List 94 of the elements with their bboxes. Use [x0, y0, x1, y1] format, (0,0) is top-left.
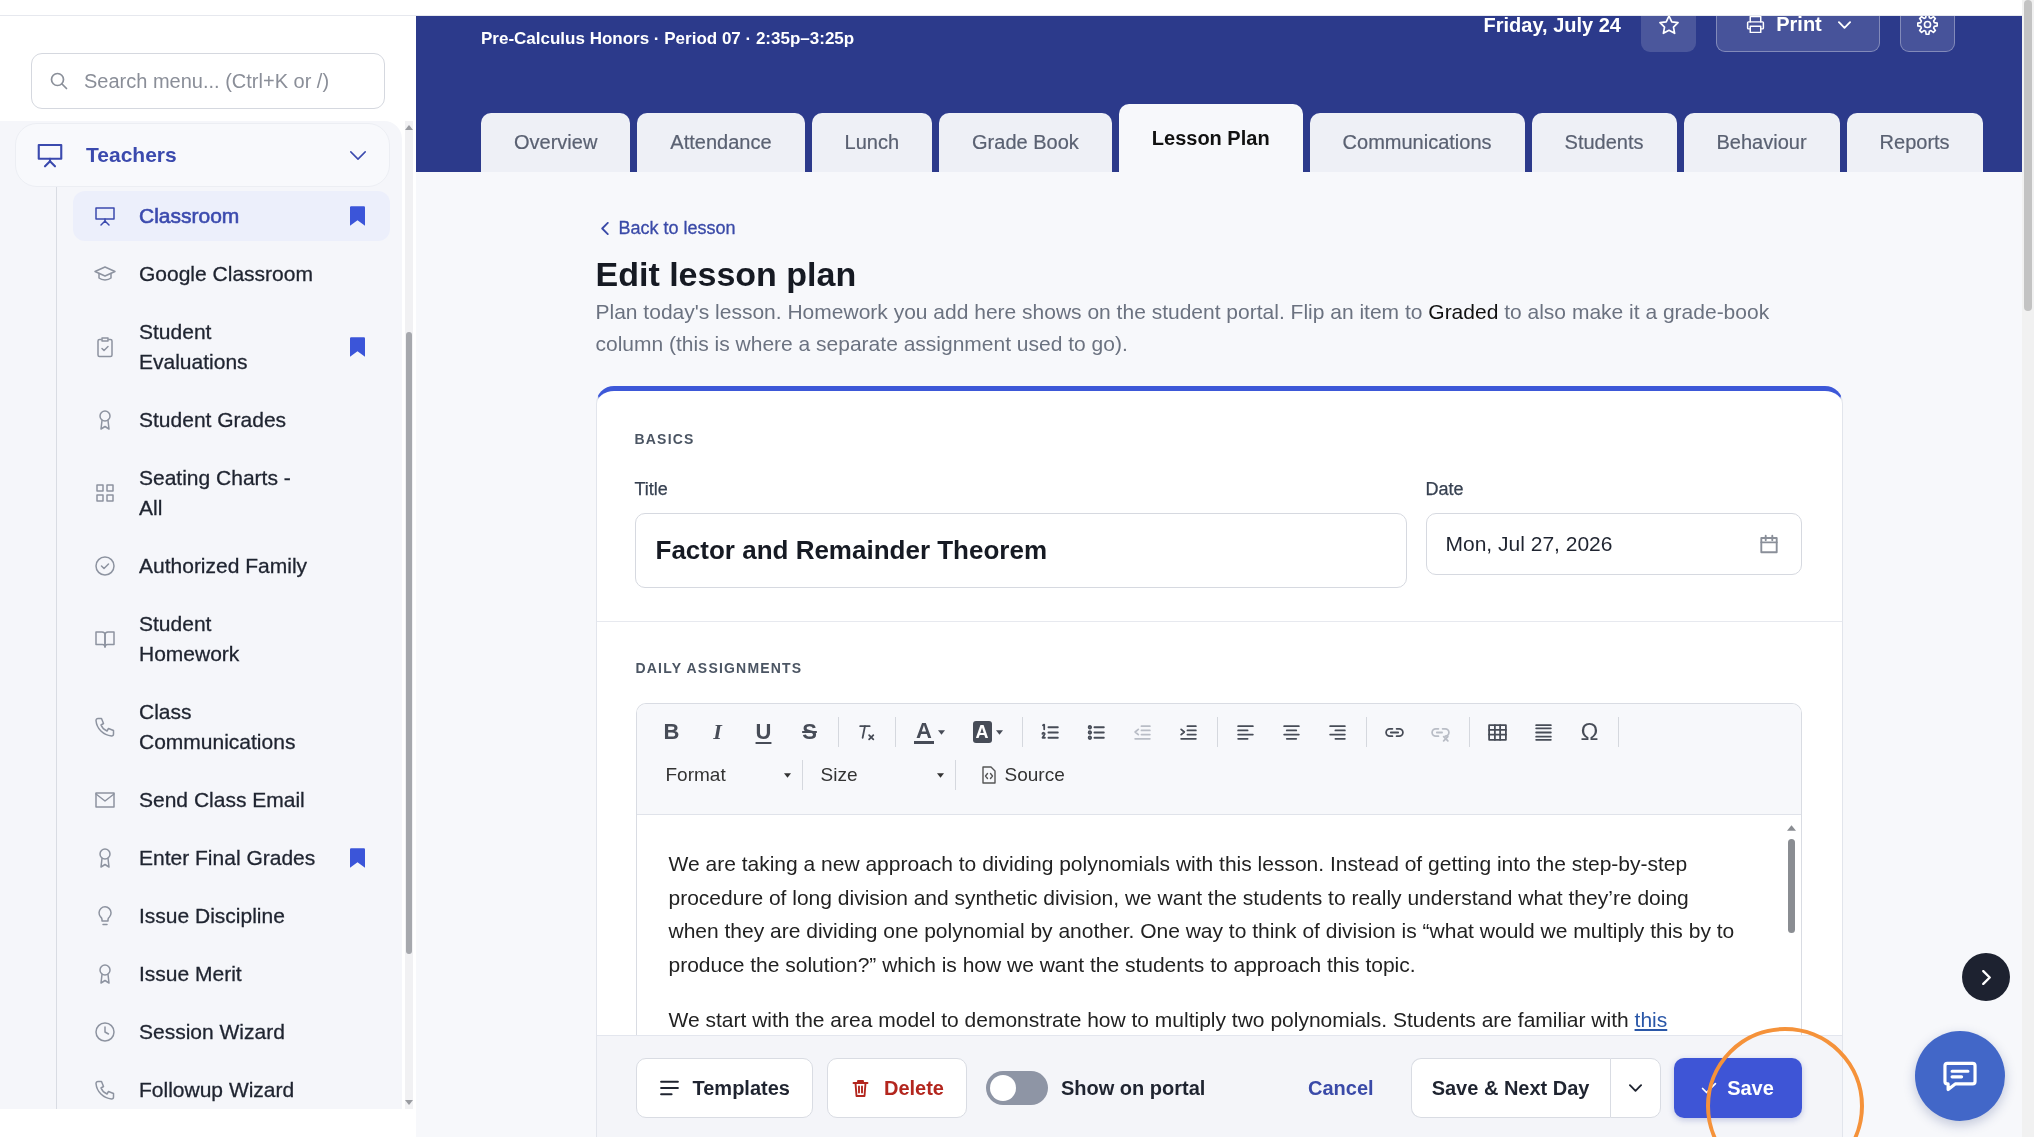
- chat-button[interactable]: [1915, 1031, 2005, 1121]
- back-link[interactable]: Back to lesson: [600, 217, 736, 239]
- tab[interactable]: Behaviour: [1683, 113, 1840, 172]
- caret-icon: [1837, 20, 1851, 29]
- page-description: Plan today's lesson. Homework you add here shows on the student portal. Flip an item to Graded to also make it a grade-book column (this is where a separate assignment used to go).: [595, 299, 1771, 357]
- sidebar-item[interactable]: Issue Merit: [73, 949, 390, 999]
- scroll-up-icon[interactable]: [1786, 825, 1796, 831]
- tab[interactable]: Communications: [1309, 113, 1525, 172]
- format-dropdown[interactable]: Format: [648, 757, 797, 793]
- check-icon: [1701, 1081, 1718, 1095]
- tab[interactable]: Reports: [1846, 113, 1983, 172]
- save-button[interactable]: Save: [1673, 1058, 1802, 1118]
- sidebar-item[interactable]: Student Grades: [73, 395, 390, 445]
- phone-icon: [93, 1078, 117, 1102]
- scrollbar-thumb[interactable]: [1787, 839, 1795, 933]
- section-heading: DAILY ASSIGNMENTS: [635, 660, 804, 676]
- sidebar-item[interactable]: Send Class Email: [73, 775, 390, 825]
- delete-button[interactable]: Delete: [826, 1058, 967, 1118]
- sidebar-item[interactable]: Student Homework: [73, 599, 390, 679]
- cancel-link[interactable]: Cancel: [1290, 1058, 1392, 1118]
- sidebar-item[interactable]: Followup Wizard: [73, 1065, 390, 1109]
- templates-button[interactable]: Templates: [635, 1058, 813, 1118]
- search-icon: [49, 71, 69, 91]
- source-code-icon: [980, 766, 997, 784]
- save-next-day-button[interactable]: Save & Next Day: [1410, 1058, 1610, 1118]
- underline-button[interactable]: U: [742, 714, 785, 750]
- caret-icon: [995, 729, 1003, 735]
- settings-button[interactable]: [1900, 16, 1955, 52]
- section-heading: BASICS: [634, 431, 696, 447]
- bookmark-icon[interactable]: [350, 206, 365, 226]
- star-icon: [1656, 16, 1681, 37]
- field-label: Title: [634, 479, 669, 499]
- strikethrough-button[interactable]: S: [788, 714, 831, 750]
- source-button[interactable]: Source: [970, 757, 1075, 793]
- table-icon: [1487, 721, 1508, 743]
- title-input[interactable]: Factor and Remainder Theorem: [634, 513, 1407, 588]
- editor-paragraph: We start with the area model to demonstrate how to multiply two polynomials. Students are familiar with this: [668, 1007, 1669, 1034]
- sidebar-item[interactable]: Enter Final Grades: [73, 833, 390, 883]
- horizontal-lines-icon: [1533, 721, 1554, 743]
- background-color-button[interactable]: A: [960, 714, 1015, 750]
- sidebar-item[interactable]: Issue Discipline: [73, 891, 390, 941]
- calendar-icon[interactable]: [1757, 533, 1780, 555]
- special-character-button[interactable]: Ω: [1568, 714, 1611, 750]
- sidebar-item[interactable]: Classroom: [73, 191, 390, 241]
- sidebar-item[interactable]: Seating Charts - All: [73, 453, 390, 533]
- tab[interactable]: Lesson Plan: [1118, 104, 1303, 172]
- check-circle-icon: [93, 554, 117, 578]
- phone-icon: [93, 715, 117, 739]
- italic-button[interactable]: I: [696, 714, 739, 750]
- scrollbar-thumb[interactable]: [2024, 0, 2032, 311]
- chevron-right-icon: [1981, 969, 1991, 985]
- grid-icon: [93, 481, 117, 505]
- next-button[interactable]: [1962, 953, 2010, 1001]
- portal-toggle[interactable]: [986, 1071, 1048, 1105]
- scrollbar-thumb[interactable]: [406, 332, 412, 954]
- sidebar-item[interactable]: Student Evaluations: [73, 307, 390, 387]
- lines-icon: [658, 1078, 680, 1098]
- bookmark-icon[interactable]: [350, 848, 365, 868]
- print-button[interactable]: Print: [1716, 16, 1880, 52]
- header-date: Friday, July 24: [1483, 16, 1621, 36]
- sidebar-item[interactable]: Session Wizard: [73, 1007, 390, 1057]
- favorite-button[interactable]: [1641, 16, 1696, 52]
- caret-icon: [1628, 1084, 1642, 1092]
- toggle-label: Show on portal: [1061, 1076, 1206, 1101]
- bold-button[interactable]: B: [650, 714, 693, 750]
- gear-icon: [1917, 16, 1938, 35]
- sidebar-item[interactable]: Class Communications: [73, 687, 390, 767]
- caret-icon: [937, 729, 945, 735]
- text-color-button[interactable]: A: [902, 714, 957, 750]
- inline-link[interactable]: this: [1634, 1008, 1668, 1032]
- tab[interactable]: Attendance: [637, 113, 805, 172]
- editor-paragraph: We are taking a new approach to dividing polynomials with this lesson. Instead of getting into the step-by-step procedure of long division and synthetic division, we want the students to really understand what they’re doing when they are dividing one polynomial by another. One way to think of division is “what would we multiply this by to produce the solution?” which is how we want the students to approach this topic.: [668, 851, 1736, 978]
- tab[interactable]: Students: [1531, 113, 1677, 172]
- presentation-icon: [93, 204, 117, 228]
- page-title: Edit lesson plan: [595, 254, 858, 294]
- tab[interactable]: Grade Book: [939, 113, 1112, 172]
- bookmark-icon[interactable]: [350, 337, 365, 357]
- size-dropdown[interactable]: Size: [807, 757, 950, 793]
- sidebar-item[interactable]: Authorized Family: [73, 541, 390, 591]
- search-field[interactable]: Search menu... (Ctrl+K or /): [31, 53, 385, 109]
- date-field[interactable]: Mon, Jul 27, 2026: [1425, 513, 1802, 575]
- class-subtitle: Pre-Calculus Honors · Period 07 · 2:35p–3:25p: [481, 29, 855, 49]
- sidebar-scrollbar[interactable]: [405, 121, 413, 1109]
- chevron-left-icon: [600, 221, 609, 235]
- page-scrollbar[interactable]: [2022, 0, 2034, 1137]
- caret-icon: [936, 772, 944, 778]
- tab[interactable]: Overview: [481, 113, 631, 172]
- clock-icon: [93, 1020, 117, 1044]
- tab[interactable]: Lunch: [811, 113, 933, 172]
- printer-icon: [1745, 16, 1767, 35]
- field-label: Date: [1425, 479, 1465, 499]
- section-header[interactable]: Teachers: [15, 123, 390, 187]
- caret-icon: [783, 772, 791, 778]
- sidebar-item[interactable]: Google Classroom: [73, 249, 390, 299]
